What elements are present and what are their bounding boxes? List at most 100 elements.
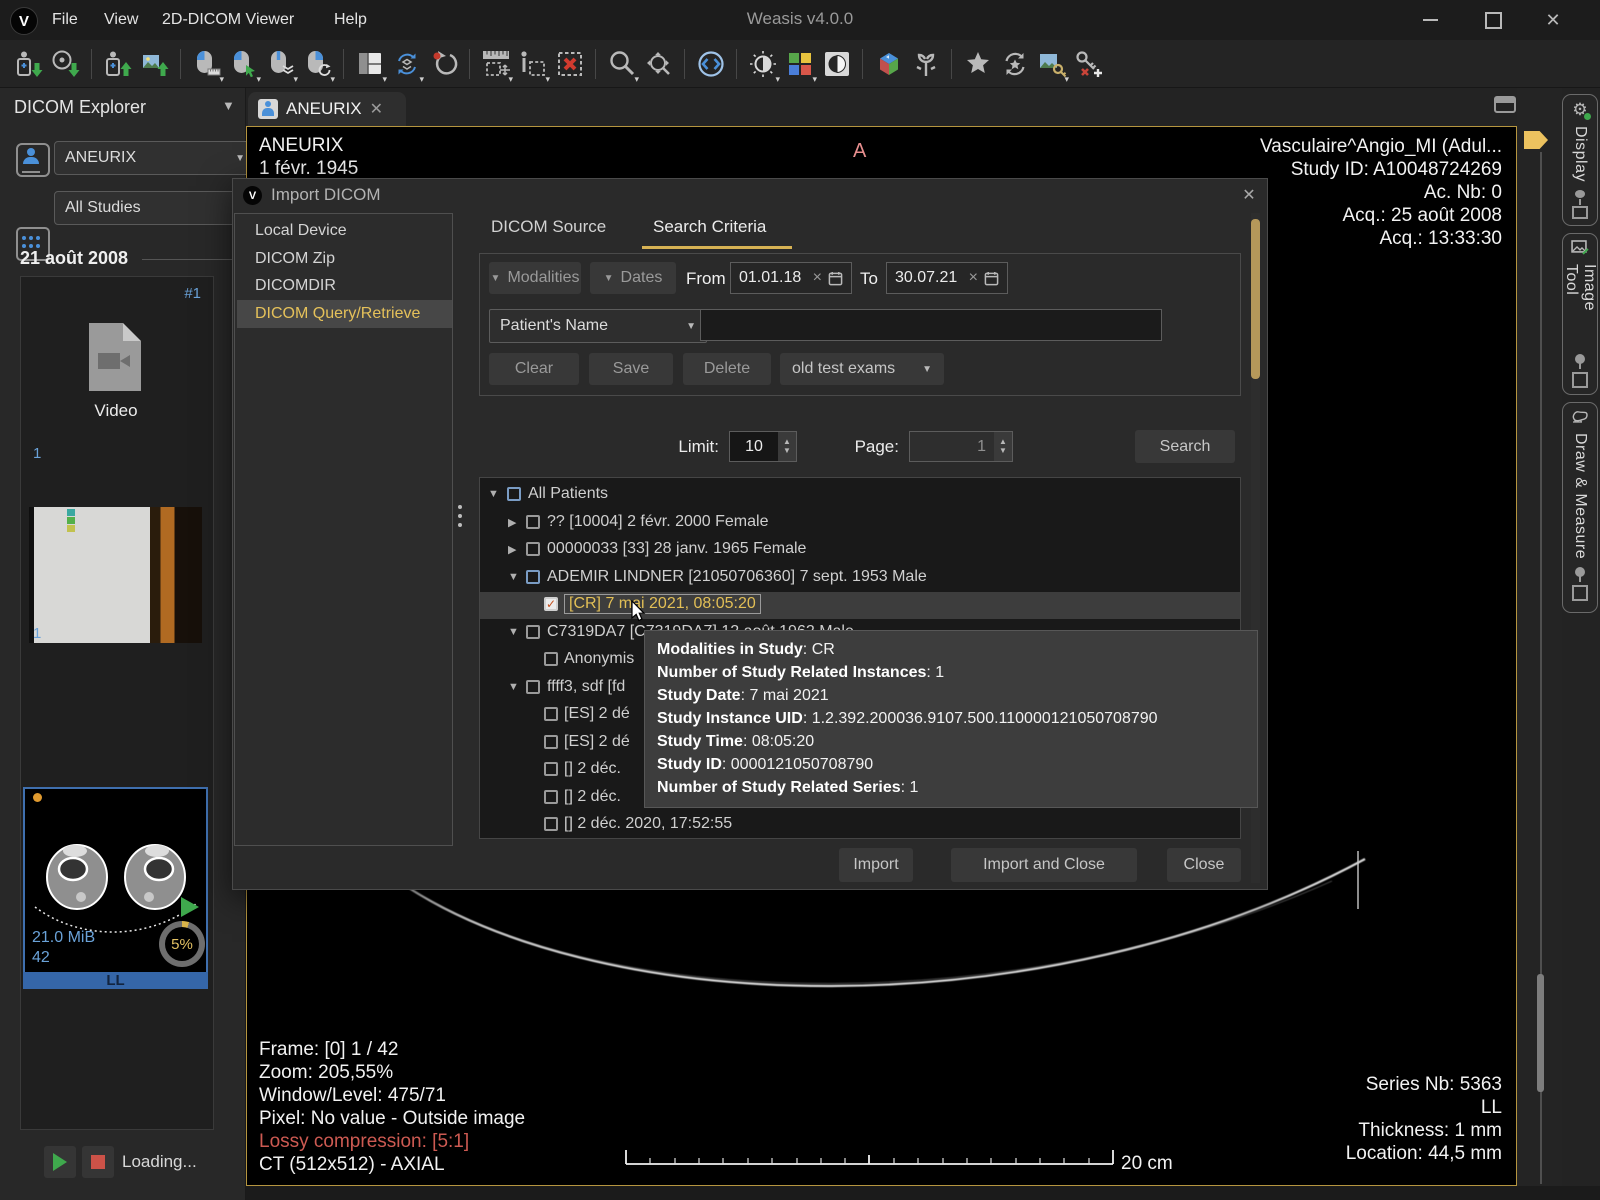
expander-open-icon[interactable]: ▼ bbox=[508, 681, 519, 693]
source-local-device[interactable]: Local Device bbox=[237, 217, 452, 245]
from-date-field[interactable]: × bbox=[730, 262, 852, 294]
tree-row[interactable]: ▶ ?? [10004] 2 févr. 2000 Female bbox=[480, 510, 1240, 537]
key-remove-icon[interactable] bbox=[1070, 45, 1107, 83]
close-dialog-icon[interactable]: ✕ bbox=[1237, 183, 1261, 207]
close-button[interactable]: Close bbox=[1167, 848, 1241, 882]
checkbox[interactable] bbox=[544, 817, 558, 831]
dialog-scrollbar-thumb[interactable] bbox=[1251, 219, 1260, 379]
search-value-input[interactable] bbox=[709, 316, 1153, 334]
study-select[interactable]: All Studies ▼ bbox=[54, 191, 256, 225]
tree-row[interactable]: ▼ ADEMIR LINDNER [21050706360] 7 sept. 1… bbox=[480, 565, 1240, 592]
page-spinner[interactable]: 1 ▲▼ bbox=[909, 431, 1013, 462]
import-cd-icon[interactable] bbox=[47, 45, 84, 83]
pan-icon[interactable] bbox=[640, 45, 677, 83]
to-date-field[interactable]: × bbox=[886, 262, 1008, 294]
tree-row[interactable]: ▶ 00000033 [33] 28 janv. 1965 Female bbox=[480, 537, 1240, 564]
mouse-right-rotate-icon[interactable]: ▾ bbox=[299, 45, 336, 83]
checkbox[interactable] bbox=[544, 707, 558, 721]
calendar-picker-icon[interactable] bbox=[984, 271, 999, 286]
pin-icon[interactable] bbox=[1575, 354, 1585, 364]
checkbox[interactable] bbox=[526, 515, 540, 529]
reset-icon[interactable] bbox=[425, 45, 462, 83]
import-button[interactable]: Import bbox=[839, 848, 913, 882]
patient-select[interactable]: ANEURIX ▼ bbox=[54, 141, 256, 175]
checkbox[interactable] bbox=[544, 762, 558, 776]
checkbox[interactable] bbox=[544, 652, 558, 666]
source-dicom-query-retrieve[interactable]: DICOM Query/Retrieve bbox=[237, 300, 452, 328]
search-field-select[interactable]: Patient's Name ▼ bbox=[489, 309, 707, 343]
invert-lut-icon[interactable] bbox=[818, 45, 855, 83]
checkbox[interactable] bbox=[526, 680, 540, 694]
panel-toggle-icon[interactable] bbox=[1494, 96, 1516, 113]
layout-icon[interactable]: ▾ bbox=[351, 45, 388, 83]
mouse-middle-series-icon[interactable]: ▾ bbox=[262, 45, 299, 83]
limit-spinner[interactable]: 10 ▲▼ bbox=[729, 431, 797, 462]
dates-button[interactable]: ▼ Dates bbox=[590, 262, 676, 294]
source-dicom-zip[interactable]: DICOM Zip bbox=[237, 245, 452, 273]
splitter-handle[interactable] bbox=[457, 499, 463, 533]
tab-search-criteria[interactable]: Search Criteria bbox=[653, 217, 766, 237]
checkbox[interactable] bbox=[544, 790, 558, 804]
from-date-input[interactable] bbox=[739, 269, 807, 287]
import-and-close-button[interactable]: Import and Close bbox=[951, 848, 1137, 882]
clear-button[interactable]: Clear bbox=[489, 353, 579, 385]
close-tab-icon[interactable]: ✕ bbox=[370, 99, 383, 119]
detach-icon[interactable] bbox=[1572, 585, 1588, 601]
viewer-tab-aneurix[interactable]: ANEURIX ✕ bbox=[248, 92, 406, 126]
key-object-star-icon[interactable] bbox=[959, 45, 996, 83]
maximize-button[interactable] bbox=[1478, 8, 1508, 32]
saved-searches-select[interactable]: old test exams ▼ bbox=[780, 353, 944, 385]
checkbox[interactable] bbox=[507, 487, 521, 501]
explorer-menu-icon[interactable]: ▼ bbox=[222, 98, 235, 113]
thumbnail-ct-selected[interactable]: 21.0 MiB 42 5% LL bbox=[23, 787, 208, 987]
search-value-field[interactable] bbox=[700, 309, 1162, 341]
zoom-icon[interactable]: ▾ bbox=[603, 45, 640, 83]
spinner-down-icon[interactable]: ▼ bbox=[999, 447, 1007, 456]
pin-icon[interactable] bbox=[1575, 567, 1585, 577]
crosshair-synch-icon[interactable] bbox=[692, 45, 729, 83]
expander-closed-icon[interactable]: ▶ bbox=[508, 516, 516, 529]
detach-icon[interactable] bbox=[1572, 372, 1588, 388]
lut-icon[interactable]: ▾ bbox=[781, 45, 818, 83]
key-image-icon[interactable]: ▾ bbox=[1033, 45, 1070, 83]
synch-icon[interactable]: ▾ bbox=[388, 45, 425, 83]
tree-row[interactable]: [] 2 déc. 2020, 17:52:55 bbox=[480, 812, 1240, 839]
thumbnail-photo[interactable]: 1 bbox=[23, 481, 209, 683]
checkbox[interactable] bbox=[526, 625, 540, 639]
search-button[interactable]: Search bbox=[1135, 430, 1235, 463]
mouse-left-measure-icon[interactable]: ▾ bbox=[188, 45, 225, 83]
cine-synch-icon[interactable] bbox=[996, 45, 1033, 83]
expander-open-icon[interactable]: ▼ bbox=[488, 488, 499, 500]
annotation-selection-icon[interactable]: ▾ bbox=[514, 45, 551, 83]
checkbox[interactable] bbox=[526, 542, 540, 556]
calendar-picker-icon[interactable] bbox=[828, 271, 843, 286]
tree-row-selected[interactable]: ✓ [CR] 7 mai 2021, 08:05:20 bbox=[480, 592, 1240, 619]
tab-dicom-source[interactable]: DICOM Source bbox=[491, 217, 606, 237]
measure-selection-icon[interactable]: ▾ bbox=[477, 45, 514, 83]
viewer-scrollbar-thumb[interactable] bbox=[1537, 974, 1544, 1092]
delete-measurements-icon[interactable] bbox=[551, 45, 588, 83]
thumbnail-video[interactable]: #1 Video 1 bbox=[23, 283, 209, 475]
expander-open-icon[interactable]: ▼ bbox=[508, 571, 519, 583]
expander-closed-icon[interactable]: ▶ bbox=[508, 543, 516, 556]
tab-display[interactable]: ⚙ Display bbox=[1562, 94, 1598, 226]
source-dicomdir[interactable]: DICOMDIR bbox=[237, 272, 452, 300]
tab-draw-measure[interactable]: Draw & Measure bbox=[1562, 402, 1598, 613]
pin-icon[interactable] bbox=[1575, 190, 1585, 198]
clear-date-icon[interactable]: × bbox=[969, 269, 978, 287]
play-button[interactable] bbox=[44, 1146, 76, 1178]
save-button[interactable]: Save bbox=[589, 353, 673, 385]
export-image-icon[interactable] bbox=[136, 45, 173, 83]
modalities-button[interactable]: ▼ Modalities bbox=[489, 262, 581, 294]
to-date-input[interactable] bbox=[895, 269, 963, 287]
close-window-button[interactable]: ✕ bbox=[1538, 8, 1568, 32]
checkbox[interactable] bbox=[526, 570, 540, 584]
tree-row[interactable]: ▼ All Patients bbox=[480, 482, 1240, 509]
export-dicom-icon[interactable] bbox=[99, 45, 136, 83]
prune-icon[interactable] bbox=[907, 45, 944, 83]
clear-date-icon[interactable]: × bbox=[813, 269, 822, 287]
detach-icon[interactable] bbox=[1572, 206, 1588, 219]
tab-image-tool[interactable]: Image Tool bbox=[1562, 233, 1598, 395]
stop-button[interactable] bbox=[82, 1146, 114, 1178]
delete-button[interactable]: Delete bbox=[683, 353, 771, 385]
